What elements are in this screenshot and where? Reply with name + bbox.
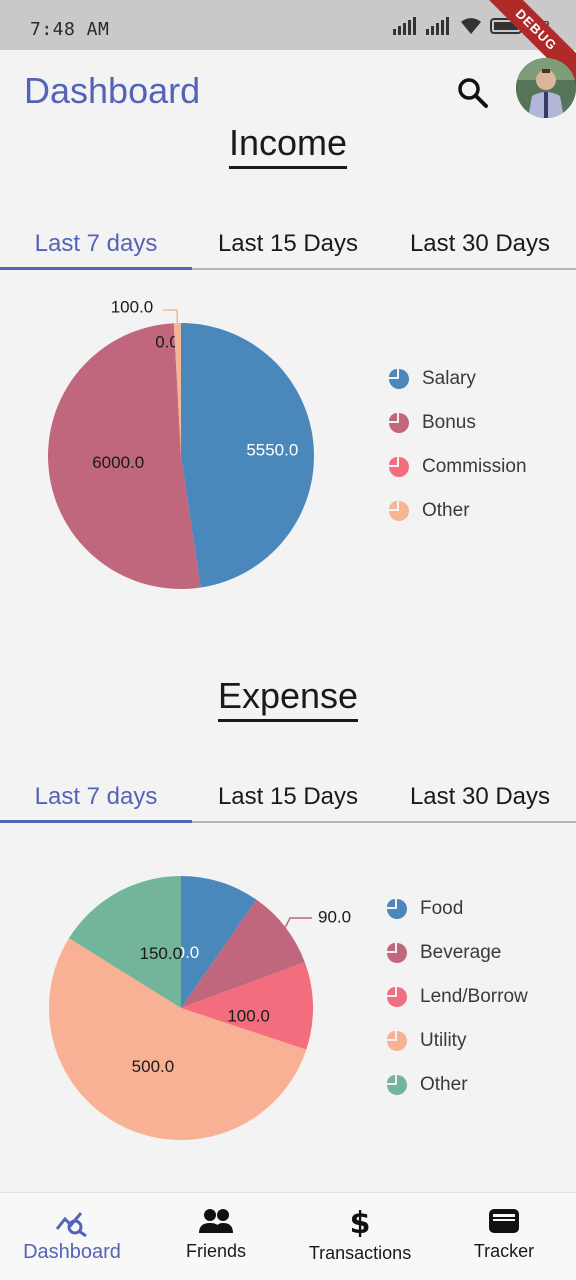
nav-tracker[interactable]: Tracker [432,1193,576,1280]
tab-expense-last-15-days[interactable]: Last 15 Days [192,775,384,821]
income-value-label: 6000.0 [92,453,144,472]
expense-tabs: Last 7 days Last 15 Days Last 30 Days [0,775,576,823]
pie-chart-icon [389,369,409,389]
search-icon[interactable] [456,76,490,110]
income-label-leader-line [163,309,179,324]
expense-legend-item: Utility [386,1019,528,1063]
pie-chart-icon [387,1031,407,1051]
pie-chart-icon [387,987,407,1007]
expense-legend-item: Beverage [386,931,528,975]
signal-icon [426,17,450,35]
dollar-icon: $ [350,1207,371,1237]
income-legend-item: Bonus [388,401,527,445]
people-icon [199,1209,233,1233]
expense-value-label: 150.0 [139,944,182,963]
expense-legend-item: Food [386,887,528,931]
expense-value-label: 100.0 [227,1006,270,1025]
income-legend: Salary Bonus Commission Other [388,357,527,533]
nav-friends[interactable]: Friends [144,1193,288,1280]
pie-chart-icon [389,457,409,477]
app-bar: Dashboard [0,50,576,130]
wifi-icon [461,18,482,34]
signal-icon [393,17,417,35]
income-legend-item: Other [388,489,527,533]
analytics-icon [55,1212,87,1237]
income-legend-item: Salary [388,357,527,401]
income-value-label: 100.0 [111,297,154,316]
tab-income-last-7-days[interactable]: Last 7 days [0,222,192,270]
tab-income-last-15-days[interactable]: Last 15 Days [192,222,384,268]
expense-legend-label: Beverage [420,942,502,963]
expense-legend-label: Lend/Borrow [420,986,528,1007]
expense-legend-label: Utility [420,1030,467,1051]
income-legend-item: Commission [388,445,527,489]
status-time: 7:48 AM [30,19,110,40]
tab-expense-last-30-days[interactable]: Last 30 Days [384,775,576,821]
svg-text:$: $ [350,1207,371,1237]
income-legend-label: Bonus [422,412,476,433]
pie-chart-icon [387,1075,407,1095]
nav-dashboard[interactable]: Dashboard [0,1193,144,1280]
expense-legend: Food Beverage Lend/Borrow Utility Other [386,887,528,1107]
expense-pie-chart: 90.090.0100.0500.0150.0 [49,876,351,1140]
expense-legend-label: Other [420,1074,468,1095]
pie-chart-icon [389,413,409,433]
pie-chart-icon [387,943,407,963]
income-legend-label: Salary [422,368,476,389]
income-pie-chart: 5550.06000.00.0100.0 [48,297,315,589]
expense-value-label: 90.0 [318,907,351,926]
page-title: Dashboard [24,70,201,111]
expense-title: Expense [0,675,576,722]
tab-expense-last-7-days[interactable]: Last 7 days [0,775,192,823]
expense-legend-item: Lend/Borrow [386,975,528,1019]
income-value-label: 5550.0 [246,441,298,460]
status-bar: 7:48 AM 98 DEBUG [0,0,576,96]
expense-label-leader-line [284,917,312,928]
avatar-image [516,58,576,118]
expense-legend-item: Other [386,1063,528,1107]
income-legend-label: Other [422,500,470,521]
pie-chart-icon [389,501,409,521]
expense-legend-label: Food [420,898,464,919]
nav-transactions[interactable]: $ Transactions [288,1193,432,1280]
wallet-icon [489,1209,519,1233]
pie-chart-icon [387,899,407,919]
income-title: Income [0,122,576,169]
income-legend-label: Commission [422,456,527,477]
avatar[interactable] [516,58,576,118]
bottom-navigation: Dashboard Friends $ Transactions Tracker [0,1192,576,1280]
expense-value-label: 500.0 [132,1057,175,1076]
tab-income-last-30-days[interactable]: Last 30 Days [384,222,576,268]
income-tabs: Last 7 days Last 15 Days Last 30 Days [0,222,576,270]
